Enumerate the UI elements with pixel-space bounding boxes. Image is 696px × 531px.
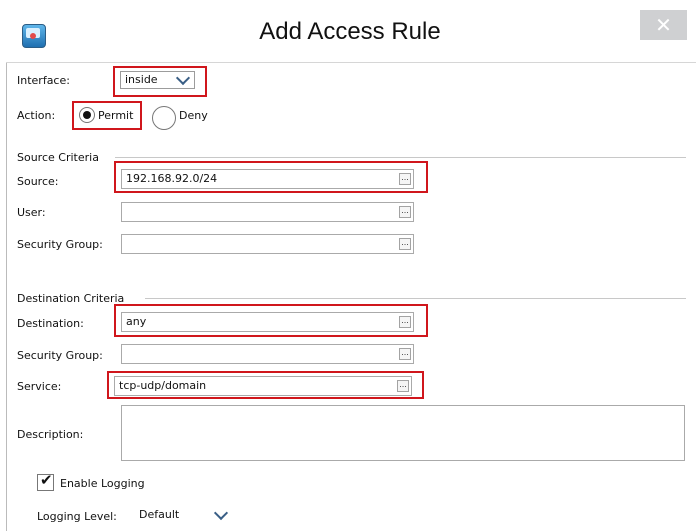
service-value: tcp-udp/domain [119, 379, 207, 392]
source-criteria-divider [115, 157, 686, 158]
source-security-group-field[interactable]: ... [121, 234, 414, 254]
source-browse-button[interactable]: ... [399, 173, 411, 185]
permit-label: Permit [98, 109, 134, 122]
destination-browse-button[interactable]: ... [399, 316, 411, 328]
service-field[interactable]: tcp-udp/domain ... [114, 376, 412, 396]
dialog-title: Add Access Rule [259, 18, 441, 45]
interface-value: inside [125, 73, 158, 86]
source-security-group-label: Security Group: [17, 238, 103, 251]
logging-level-value: Default [139, 508, 180, 521]
destination-field[interactable]: any ... [121, 312, 414, 332]
destination-criteria-heading: Destination Criteria [17, 292, 125, 305]
description-textarea[interactable] [121, 405, 685, 461]
source-field[interactable]: 192.168.92.0/24 ... [121, 169, 414, 189]
interface-select[interactable]: inside [120, 70, 195, 89]
deny-radio[interactable] [152, 106, 176, 130]
source-criteria-heading: Source Criteria [17, 151, 99, 164]
logging-level-select[interactable]: Default [134, 505, 234, 524]
app-icon [22, 24, 46, 48]
chevron-down-icon [213, 505, 229, 521]
source-security-group-browse-button[interactable]: ... [399, 238, 411, 250]
window-frame-top [6, 62, 696, 63]
enable-logging-label: Enable Logging [60, 477, 145, 490]
destination-security-group-browse-button[interactable]: ... [399, 348, 411, 360]
window-frame-left [6, 62, 7, 531]
source-label: Source: [17, 175, 59, 188]
checkmark-icon: ✔ [40, 471, 53, 489]
interface-label: Interface: [17, 74, 70, 87]
service-browse-button[interactable]: ... [397, 380, 409, 392]
source-value: 192.168.92.0/24 [126, 172, 218, 185]
destination-criteria-divider [145, 298, 686, 299]
destination-label: Destination: [17, 317, 84, 330]
destination-security-group-field[interactable]: ... [121, 344, 414, 364]
action-label: Action: [17, 109, 56, 122]
description-label: Description: [17, 428, 84, 441]
enable-logging-checkbox[interactable]: ✔ [37, 471, 54, 491]
destination-security-group-label: Security Group: [17, 349, 103, 362]
chevron-down-icon [175, 70, 191, 86]
destination-value: any [126, 315, 147, 328]
deny-label: Deny [179, 109, 208, 122]
close-icon: ✕ [655, 13, 672, 37]
user-browse-button[interactable]: ... [399, 206, 411, 218]
close-button[interactable]: ✕ [640, 10, 687, 40]
logging-level-label: Logging Level: [37, 510, 117, 523]
user-field[interactable]: ... [121, 202, 414, 222]
permit-radio[interactable] [79, 107, 95, 123]
user-label: User: [17, 206, 46, 219]
service-label: Service: [17, 380, 62, 393]
